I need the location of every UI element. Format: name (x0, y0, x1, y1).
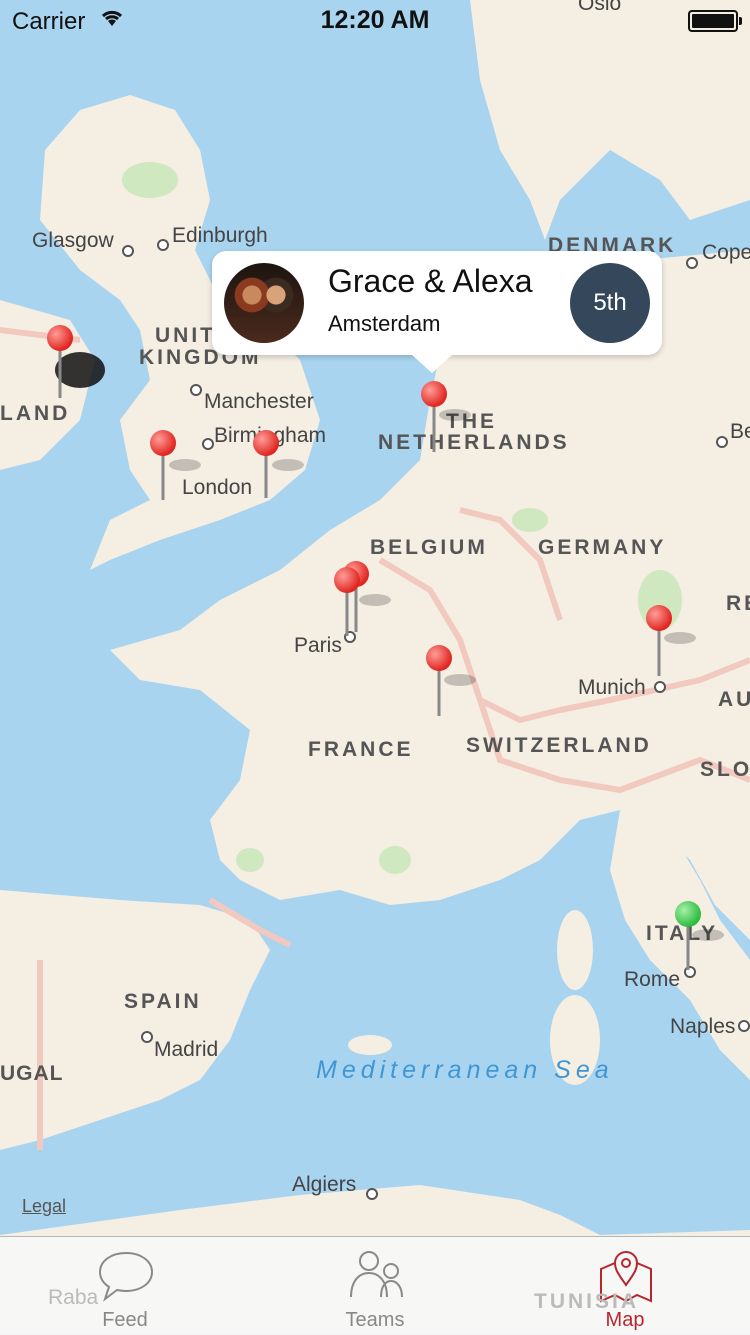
pin-rome[interactable] (675, 901, 724, 970)
pin-munich[interactable] (646, 605, 696, 676)
callout-team-name: Grace & Alexa (328, 263, 533, 299)
tab-teams-label: Teams (345, 1309, 405, 1331)
callout-location: Amsterdam (328, 311, 441, 336)
tab-feed-label: Feed (102, 1309, 148, 1331)
avatar (224, 263, 304, 343)
pin-ireland[interactable] (47, 325, 105, 398)
pin-callout[interactable]: Grace & Alexa Amsterdam 5th (212, 251, 662, 373)
tab-bar: Feed Teams Map (0, 1236, 750, 1335)
rank-badge[interactable]: 5th (570, 263, 650, 343)
status-time: 12:20 AM (320, 6, 430, 34)
label-rabat-partial: Raba (48, 1286, 99, 1309)
battery-icon (688, 10, 742, 32)
pin-london[interactable] (253, 430, 304, 498)
status-bar: Carrier 12:20 AM (0, 0, 750, 40)
tab-map[interactable]: Map (500, 1237, 750, 1335)
tab-teams[interactable]: Teams (250, 1237, 500, 1335)
pins-layer (47, 325, 724, 970)
pin-amsterdam[interactable] (421, 381, 471, 452)
pin-central-france[interactable] (426, 645, 476, 716)
tab-feed[interactable]: Feed (0, 1237, 250, 1335)
label-tunisia: TUNISIA (534, 1290, 639, 1313)
people-icon (350, 1251, 403, 1298)
speech-bubble-icon (98, 1251, 154, 1302)
pin-cardiff[interactable] (150, 430, 201, 500)
